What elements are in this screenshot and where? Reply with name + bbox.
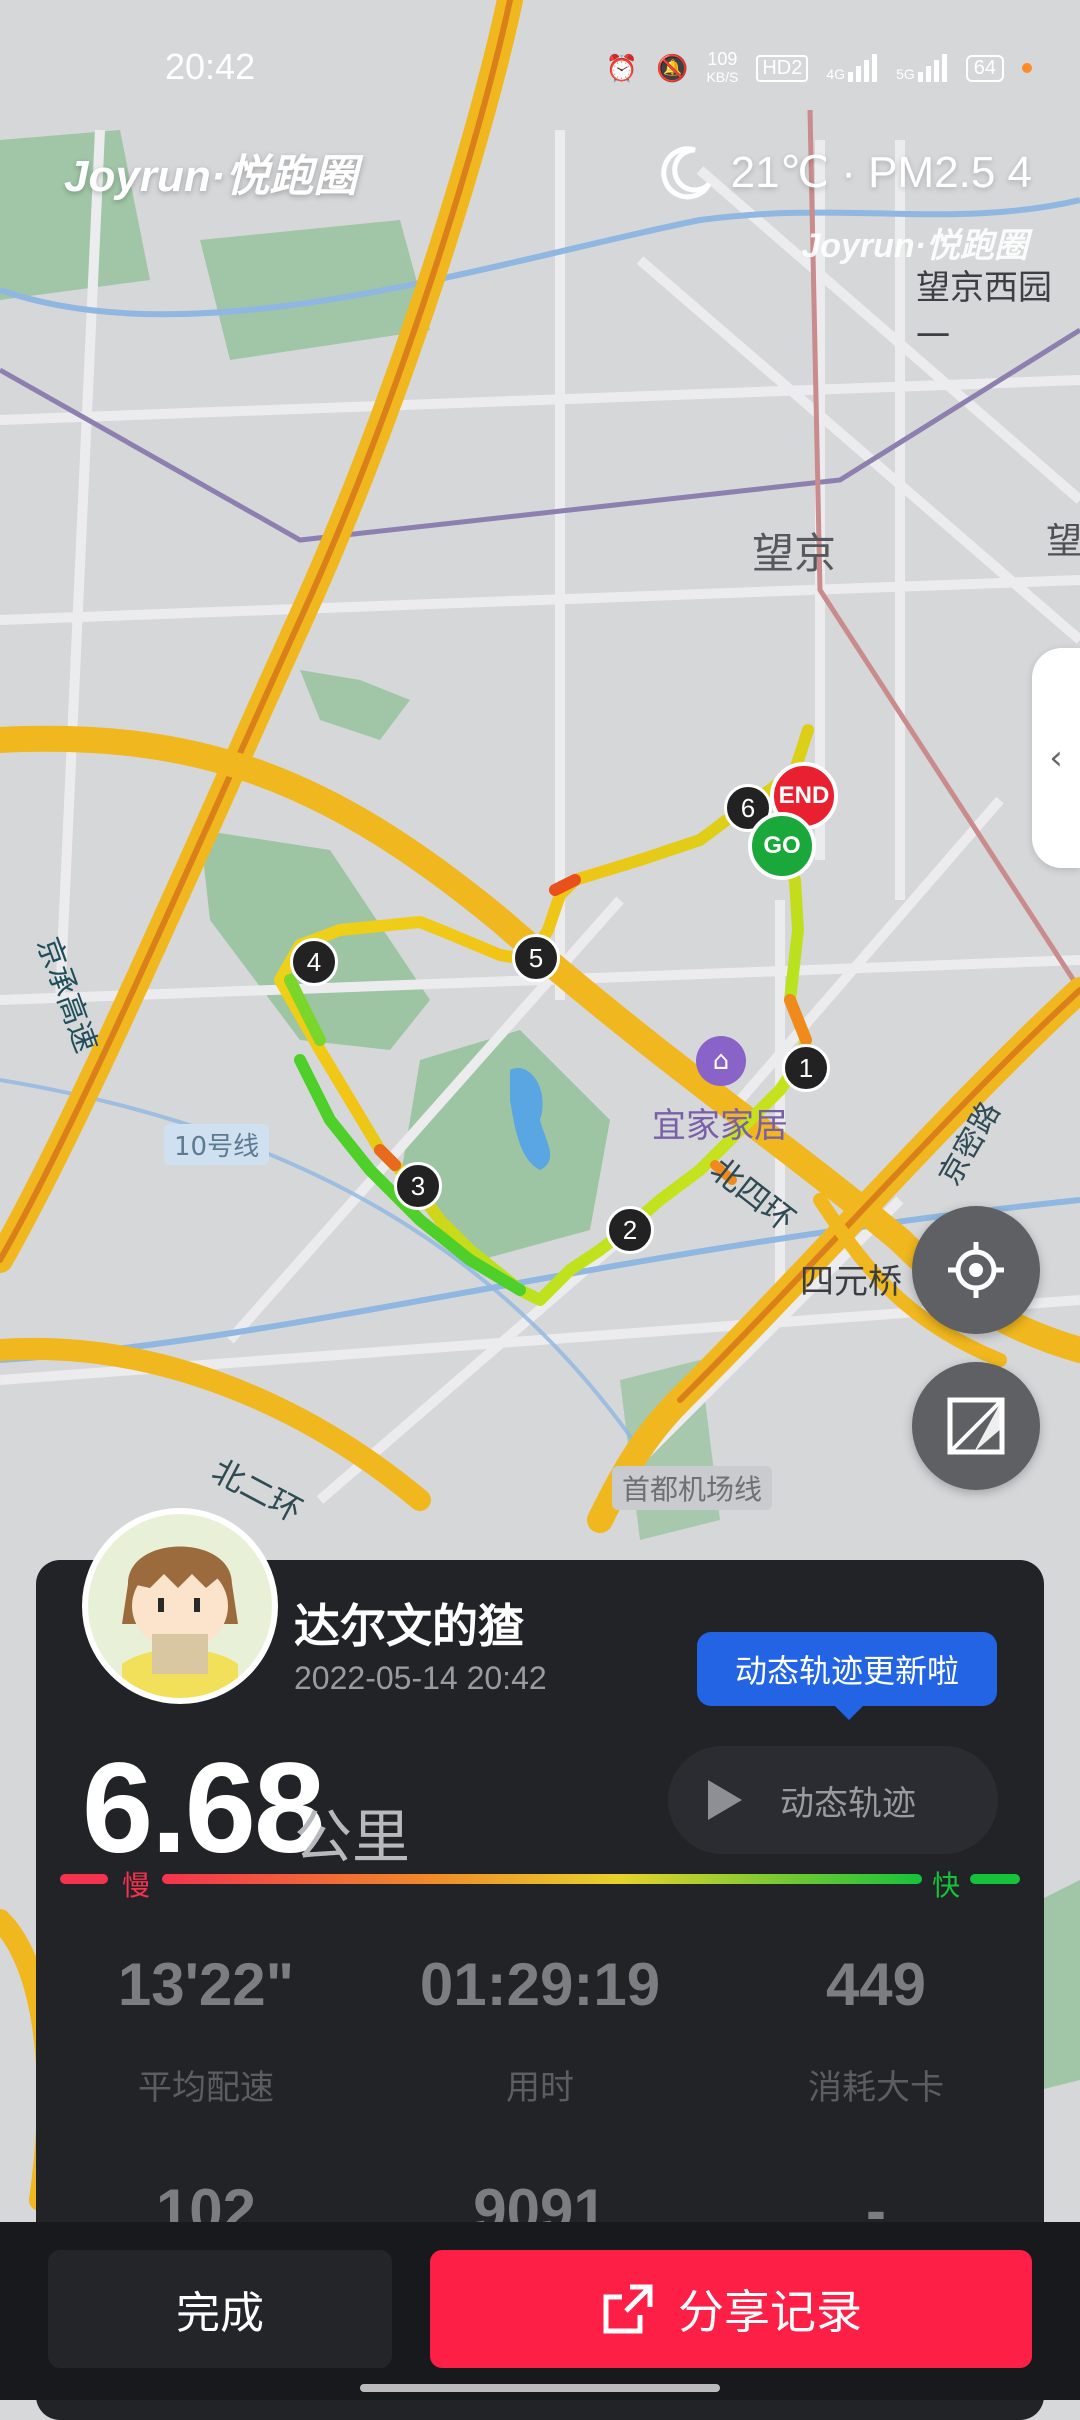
mute-icon: 🔕 [656, 52, 689, 83]
pace-slow-label: 慢 [122, 1869, 151, 1902]
distance-unit: 公里 [294, 1803, 411, 1871]
map-label-yijia: 宜家家居 [652, 1106, 788, 1146]
km-marker-2[interactable]: 2 [606, 1206, 654, 1254]
status-icons: ⏰ 🔕 109 KB/S HD2 4G 5G 64 [606, 50, 1032, 86]
share-label: 分享记录 [678, 2285, 862, 2339]
km-marker-4[interactable]: 4 [290, 938, 338, 986]
weather-text: 21℃ · PM2.5 4 [730, 147, 1032, 197]
avg-pace-label: 平均配速 [138, 2068, 274, 2108]
status-bar: 20:42 ⏰ 🔕 109 KB/S HD2 4G 5G 64 [0, 0, 1080, 130]
pace-fast-label: 快 [932, 1869, 961, 1902]
calories-value: 449 [825, 1951, 927, 2018]
app-logo: Joyrun·悦跑圈 [64, 152, 358, 201]
km-marker-5[interactable]: 5 [512, 934, 560, 982]
run-datetime: 2022-05-14 20:42 [294, 1660, 547, 1696]
moon-icon [660, 146, 711, 200]
user-name: 达尔文的猹 [294, 1599, 524, 1653]
store-poi-icon[interactable]: ⌂ [696, 1036, 746, 1086]
map-watermark: Joyrun·悦跑圈 [801, 227, 1028, 265]
go-marker[interactable]: GO [748, 812, 816, 880]
crosshair-icon [948, 1242, 1004, 1298]
done-button[interactable]: 完成 [48, 2250, 392, 2368]
pace-gradient-bar [60, 1874, 1020, 1884]
share-icon [603, 2284, 653, 2334]
map-layer-button[interactable] [912, 1362, 1040, 1490]
map-label-wangjing-xiyuan: 望京西园一 [916, 268, 1052, 357]
map-label-wangjing: 望京 [752, 529, 837, 578]
alarm-icon: ⏰ [605, 52, 639, 83]
chevron-left-icon: ‹ [1049, 738, 1063, 778]
map-label-line10: 10号线 [164, 1124, 270, 1165]
map-label-sihuanqiao: 四元桥 [800, 1262, 902, 1302]
map-label-airport-line: 首都机场线 [612, 1466, 773, 1510]
share-record-button[interactable]: 分享记录 [430, 2250, 1032, 2368]
hd-icon: HD2 [756, 54, 809, 82]
dynamic-track-label: 动态轨迹 [780, 1783, 916, 1824]
duration-label: 用时 [506, 2068, 574, 2108]
clock: 20:42 [165, 46, 256, 87]
signal-4g: 4G [826, 54, 878, 82]
notification-dot [1022, 63, 1032, 73]
map-layer-icon [947, 1397, 1005, 1455]
km-marker-1[interactable]: 1 [782, 1044, 830, 1092]
dynamic-track-tooltip[interactable]: 动态轨迹更新啦 [697, 1632, 997, 1720]
duration-value: 01:29:19 [419, 1951, 661, 2018]
park-area [1040, 1880, 1080, 2090]
map-label-wang: 望 [1046, 521, 1080, 562]
locate-button[interactable] [912, 1206, 1040, 1334]
run-distance: 6.68 [82, 1737, 325, 1880]
battery-icon: 64 [965, 54, 1004, 82]
signal-5g: 5G [896, 54, 948, 82]
dynamic-track-button[interactable]: 动态轨迹 [668, 1746, 998, 1854]
km-marker-3[interactable]: 3 [394, 1162, 442, 1210]
play-icon [708, 1780, 742, 1820]
home-indicator[interactable] [360, 2384, 720, 2392]
avg-pace-value: 13'22" [117, 1951, 295, 2018]
calories-label: 消耗大卡 [808, 2068, 944, 2108]
weather-info: 21℃ · PM2.5 4 [659, 144, 1032, 200]
user-avatar[interactable] [82, 1508, 278, 1704]
side-panel-toggle[interactable]: ‹ [1032, 648, 1080, 868]
net-speed: 109 KB/S [706, 49, 739, 85]
